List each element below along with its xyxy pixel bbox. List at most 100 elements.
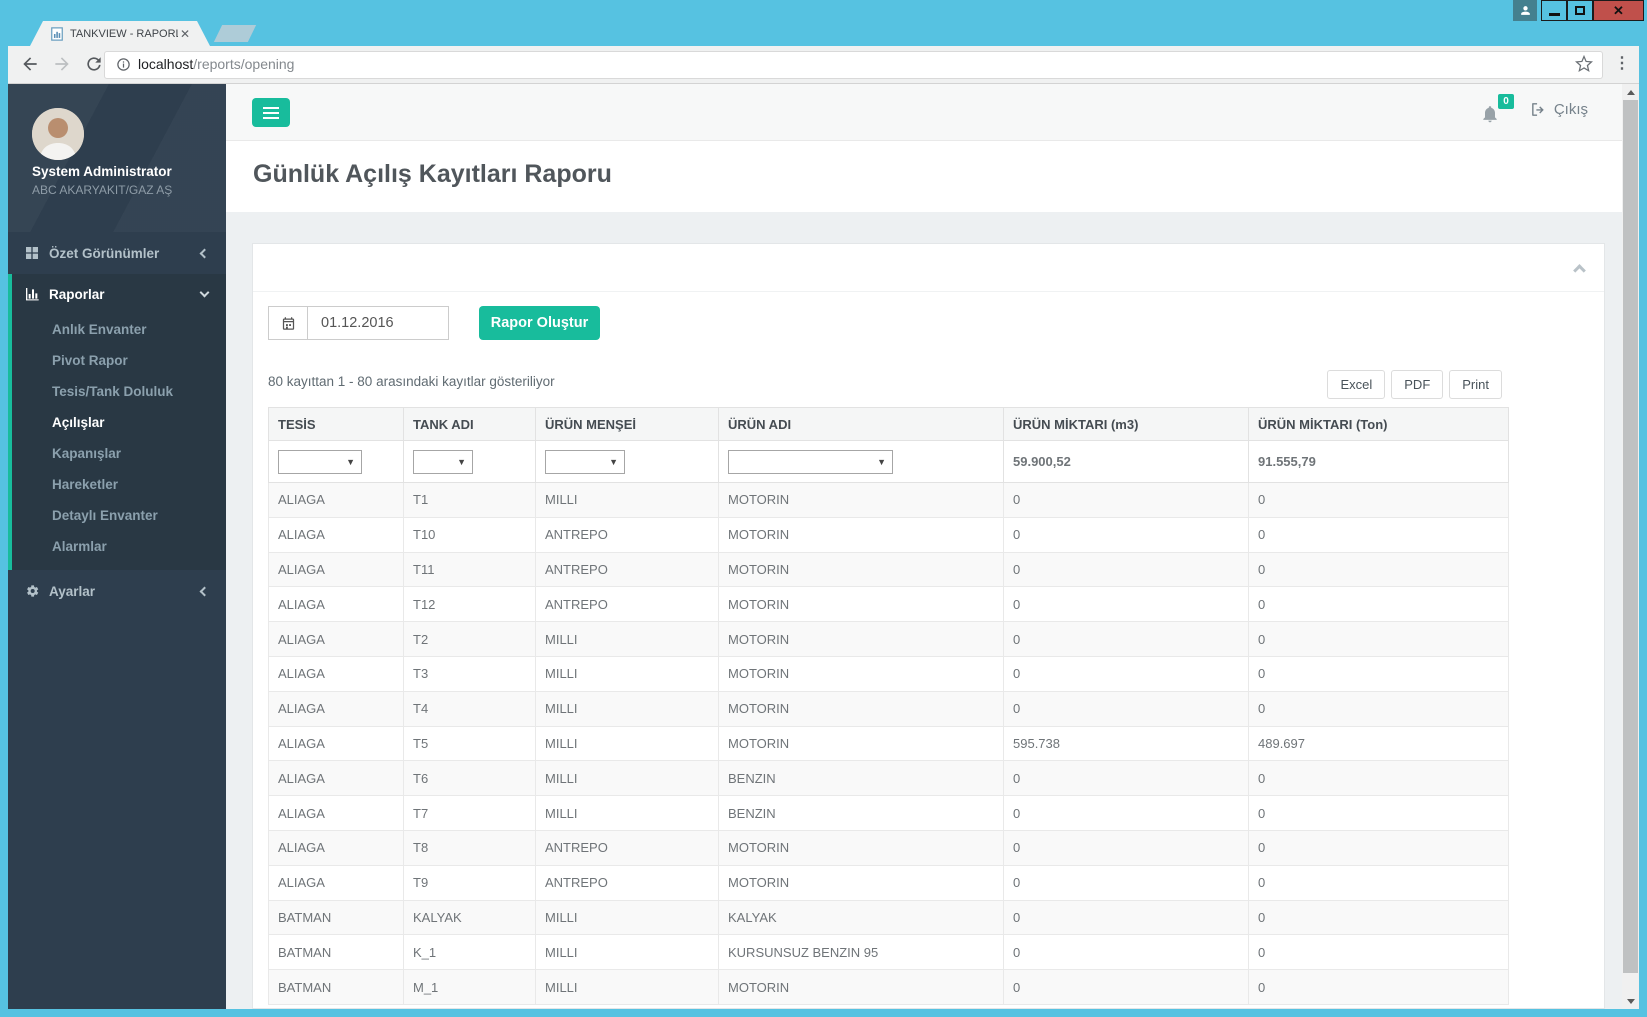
scrollbar-thumb[interactable] — [1623, 100, 1638, 973]
table-cell: BATMAN — [268, 934, 404, 971]
table-cell: 0 — [1248, 516, 1509, 553]
table-cell: T10 — [403, 516, 536, 553]
table-cell: 0 — [1248, 482, 1509, 518]
table-cell: 0 — [1003, 621, 1249, 657]
table-cell: 0 — [1248, 655, 1509, 692]
report-table-wrap: TESİS TANK ADI ÜRÜN MENŞEİ ÜRÜN ADI ÜRÜN… — [268, 407, 1509, 1005]
table-cell: 0 — [1003, 516, 1249, 553]
table-cell: MOTORIN — [718, 516, 1004, 553]
logout-button[interactable]: Çıkış — [1530, 101, 1588, 118]
records-info: 80 kayıttan 1 - 80 arasındaki kayıtlar g… — [268, 374, 555, 389]
panel-collapse-button[interactable] — [1573, 262, 1586, 280]
tab-close-icon[interactable]: ✕ — [180, 28, 190, 40]
new-tab-button[interactable] — [213, 25, 257, 42]
gear-icon — [27, 585, 39, 597]
minimize-button[interactable] — [1541, 0, 1567, 21]
table-cell: 0 — [1248, 899, 1509, 936]
browser-menu-icon[interactable]: ⋮ — [1614, 53, 1630, 73]
page-info-icon[interactable] — [116, 57, 131, 72]
table-cell: MOTORIN — [718, 655, 1004, 692]
sidebar-item-hareketler[interactable]: Hareketler — [12, 469, 226, 500]
export-pdf-button[interactable]: PDF — [1391, 370, 1444, 399]
sidebar-toggle-button[interactable] — [252, 98, 290, 127]
sidebar-item-a-l-lar[interactable]: Açılışlar — [12, 407, 226, 438]
table-header-row: TESİS TANK ADI ÜRÜN MENŞEİ ÜRÜN ADI ÜRÜN… — [268, 407, 1509, 441]
filter-select-urun-adi[interactable]: ▼ — [728, 449, 893, 474]
tab-favicon-icon — [51, 26, 63, 41]
column-header-tank-adi[interactable]: TANK ADI — [403, 407, 536, 441]
column-header-urun-mensei[interactable]: ÜRÜN MENŞEİ — [535, 407, 719, 441]
table-cell: ALIAGA — [268, 864, 404, 901]
sidebar-submenu: Anlık Envanter Pivot Rapor Tesis/Tank Dolu… — [12, 314, 226, 562]
chevron-down-icon — [199, 287, 210, 298]
browser-profile-button[interactable] — [1513, 0, 1537, 21]
notifications-button[interactable]: 0 — [1480, 94, 1514, 129]
table-cell: ANTREPO — [535, 516, 719, 553]
table-cell: MOTORIN — [718, 586, 1004, 623]
table-row: ALIAGA T3 MILLI MOTORIN 0 0 — [268, 655, 1509, 692]
table-cell: 0 — [1003, 760, 1249, 797]
hamburger-icon — [263, 106, 279, 119]
dropdown-arrow-icon: ▼ — [346, 456, 355, 467]
back-button[interactable] — [20, 54, 40, 74]
browser-tab[interactable]: TANKVIEW - RAPORLAR ✕ — [30, 21, 210, 46]
table-cell: 0 — [1248, 795, 1509, 831]
url-bar[interactable] — [104, 51, 1603, 79]
scroll-down-icon[interactable] — [1622, 993, 1639, 1009]
close-button[interactable]: ✕ — [1593, 0, 1644, 21]
sidebar-item-kapan-lar[interactable]: Kapanışlar — [12, 438, 226, 469]
table-cell: 0 — [1003, 829, 1249, 866]
close-icon: ✕ — [1613, 2, 1624, 18]
chevron-left-icon — [199, 586, 210, 596]
scroll-up-icon[interactable] — [1622, 84, 1639, 100]
table-cell: T4 — [403, 690, 536, 727]
bookmark-star-icon[interactable] — [1575, 55, 1593, 73]
table-row: ALIAGA T9 ANTREPO MOTORIN 0 0 — [268, 864, 1509, 901]
sidebar-item-raporlar[interactable]: Raporlar — [12, 274, 226, 314]
sidebar-item-ayarlar[interactable]: Ayarlar — [8, 570, 226, 612]
sidebar-item-tesis-tank-doluluk[interactable]: Tesis/Tank Doluluk — [12, 376, 226, 407]
export-print-button[interactable]: Print — [1449, 370, 1502, 399]
maximize-button[interactable] — [1567, 0, 1593, 21]
generate-report-button[interactable]: Rapor Oluştur — [479, 306, 600, 340]
window-titlebar: ✕ — [0, 0, 1647, 22]
dropdown-arrow-icon: ▼ — [609, 456, 618, 467]
export-excel-button[interactable]: Excel — [1327, 370, 1386, 399]
tab-title: TANKVIEW - RAPORLAR — [70, 27, 178, 40]
table-cell: MILLI — [535, 621, 719, 657]
chevron-up-icon — [1573, 264, 1586, 277]
sidebar-item-ozet-gorunumler[interactable]: Özet Görünümler — [8, 232, 226, 274]
table-cell: 595.738 — [1003, 725, 1249, 762]
table-cell: ALIAGA — [268, 482, 404, 518]
report-date-input[interactable] — [308, 306, 449, 340]
table-row: ALIAGA T1 MILLI MOTORIN 0 0 — [268, 482, 1509, 518]
table-cell: T9 — [403, 864, 536, 901]
sidebar-item-alarmlar[interactable]: Alarmlar — [12, 531, 226, 562]
panel-header — [253, 244, 1604, 292]
reload-button[interactable] — [84, 54, 104, 74]
column-header-tesis[interactable]: TESİS — [268, 407, 404, 441]
user-org: ABC AKARYAKIT/GAZ AŞ — [32, 183, 173, 197]
sidebar-item-pivot-rapor[interactable]: Pivot Rapor — [12, 345, 226, 376]
table-cell: ALIAGA — [268, 690, 404, 727]
column-header-urun-miktari-m3[interactable]: ÜRÜN MİKTARI (m3) — [1003, 407, 1249, 441]
table-cell: MILLI — [535, 725, 719, 762]
table-cell: 0 — [1003, 934, 1249, 971]
report-table: TESİS TANK ADI ÜRÜN MENŞEİ ÜRÜN ADI ÜRÜN… — [268, 407, 1509, 1005]
sidebar-item-detayl-envanter[interactable]: Detaylı Envanter — [12, 500, 226, 531]
person-icon — [1520, 6, 1530, 15]
report-panel: Rapor Oluştur 80 kayıttan 1 - 80 arasınd… — [252, 243, 1605, 1009]
column-header-urun-miktari-ton[interactable]: ÜRÜN MİKTARI (Ton) — [1248, 407, 1509, 441]
page-scrollbar[interactable] — [1622, 84, 1639, 1009]
table-cell: 0 — [1003, 482, 1249, 518]
filter-select-tank-adi[interactable]: ▼ — [413, 449, 473, 474]
forward-button[interactable] — [52, 54, 72, 74]
column-header-urun-adi[interactable]: ÜRÜN ADI — [718, 407, 1004, 441]
page-header: Günlük Açılış Kayıtları Raporu — [226, 141, 1622, 212]
filter-select-urun-mensei[interactable]: ▼ — [545, 449, 625, 474]
table-cell: ANTREPO — [535, 829, 719, 866]
sidebar-item-anl-k-envanter[interactable]: Anlık Envanter — [12, 314, 226, 345]
filter-select-tesis[interactable]: ▼ — [278, 449, 362, 474]
table-cell: 0 — [1248, 621, 1509, 657]
table-cell: ANTREPO — [535, 864, 719, 901]
